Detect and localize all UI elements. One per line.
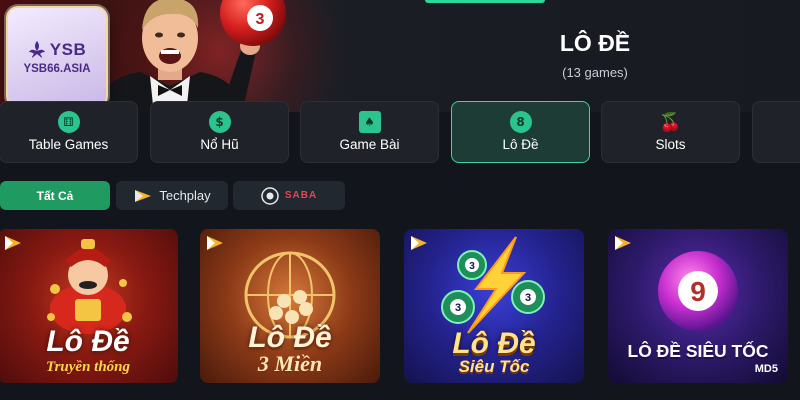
game-title: LÔ ĐỀ SIÊU TỐC [627,341,769,361]
fleur-de-lis-icon [28,40,45,58]
filter-saba-button[interactable]: SABA [233,181,345,210]
ball-number: 3 [256,11,265,28]
tab-game-bai[interactable]: ♠ Game Bài [300,101,439,163]
number-ball-illustration: 9 [658,251,738,331]
saba-logo-icon [261,186,279,205]
techplay-badge-icon [615,236,631,250]
tab-label: Slots [655,137,686,152]
lottery-ball-icon: 8 [509,111,532,133]
spade-card-icon: ♠ [358,111,381,133]
game-card-lo-de-3-mien[interactable]: Lô Đề 3 Miền [200,229,380,383]
logo-site: YSB66.ASIA [23,62,91,75]
page-title: LÔ ĐỀ [559,30,631,56]
logo-text: YSB [49,39,87,59]
game-title: Lô Đề [452,327,536,360]
svg-text:3: 3 [525,292,531,304]
game-subtitle: Siêu Tốc [458,357,530,376]
money-bag-icon: $ [208,111,231,133]
game-count: (13 games) [562,65,628,80]
active-indicator [425,0,545,3]
tab-slots[interactable]: 🍒 Slots [601,101,740,163]
lightning-balls-illustration: 3 3 3 [441,236,545,334]
tab-label: Game Bài [339,137,400,152]
svg-text:3: 3 [469,261,475,272]
tab-table-games[interactable]: ⚅ Table Games [0,101,138,163]
tab-label: Lô Đề [502,137,539,152]
promo-banner: 3 LÔ ĐỀ (13 games) [0,0,800,112]
svg-text:3: 3 [455,302,461,314]
game-title: Lô Đề [248,321,332,354]
techplay-badge-icon [5,236,21,250]
game-title: Lô Đề [46,325,130,358]
techplay-badge-icon [207,236,223,250]
filter-label: Techplay [159,188,211,203]
tab-label: Nổ Hũ [200,137,239,152]
game-card-lo-de-sieu-toc-md5[interactable]: 9 LÔ ĐỀ SIÊU TỐC MD5 [608,229,788,383]
filter-all-button[interactable]: Tất Cả [0,181,110,210]
game-subtitle: 3 Miền [257,351,323,376]
lottery-ball-icon: 3 [220,0,286,46]
game-subtitle: Truyền thống [45,359,131,375]
game-card-lo-de-sieu-toc[interactable]: 3 3 3 Lô Đề Siêu Tốc [404,229,584,383]
filter-techplay-button[interactable]: Techplay [116,181,228,210]
tab-partial[interactable] [752,101,800,163]
god-of-wealth-illustration [47,239,132,334]
cherries-icon: 🍒 [659,111,682,133]
game-tag: MD5 [754,363,778,375]
dice-icon: ⚅ [57,111,80,133]
tab-no-hu[interactable]: $ Nổ Hũ [150,101,289,163]
filter-label: Tất Cả [36,188,74,203]
svg-text:9: 9 [690,276,706,307]
tab-label: Table Games [28,137,109,152]
filter-label: SABA [284,190,318,201]
site-logo[interactable]: YSB YSB66.ASIA [6,6,108,108]
techplay-logo-icon [135,189,152,202]
category-tabs: ⚅ Table Games $ Nổ Hũ ♠ Game Bài 8 Lô Đề… [0,101,800,163]
tab-lo-de[interactable]: 8 Lô Đề [451,101,590,163]
game-card-lo-de-truyen-thong[interactable]: Lô Đề Truyền thống [0,229,178,383]
